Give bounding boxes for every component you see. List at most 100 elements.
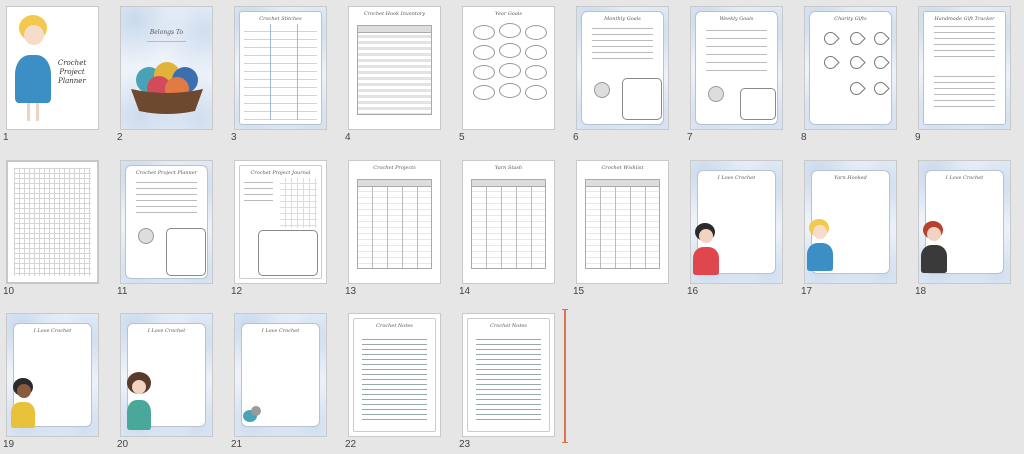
slide-thumbnail[interactable]: Monthly Goals [576, 6, 669, 130]
slide-number: 20 [117, 439, 129, 450]
slide-thumbnail[interactable]: Year Goals [462, 6, 555, 130]
insertion-marker [562, 309, 568, 443]
slide-thumbnail[interactable] [6, 160, 99, 284]
yarn-ball-illustration [251, 406, 261, 416]
slide-14[interactable]: Yarn Stash 14 [459, 160, 555, 297]
wishlist-table [585, 179, 660, 269]
slide-16[interactable]: I Love Crochet 16 [687, 160, 783, 297]
cover-title: Crochet Project Planner [57, 59, 87, 85]
slide-7[interactable]: Weekly Goals 7 [687, 6, 783, 143]
slide-thumbnail[interactable]: I Love Crochet [690, 160, 783, 284]
yarn-stash-table [471, 179, 546, 269]
slide-thumbnail[interactable]: I Love Crochet [234, 313, 327, 437]
slide-title: Crochet Project Journal [250, 170, 311, 176]
slide-number: 4 [345, 132, 351, 143]
slide-number: 10 [3, 286, 15, 297]
slide-title: Crochet Project Planner [135, 170, 198, 176]
slide-thumbnail[interactable]: Yarn Hooked [804, 160, 897, 284]
inventory-table [357, 25, 432, 115]
slide-thumbnail[interactable]: Crochet Project Planner [6, 6, 99, 130]
doll-illustration [123, 372, 155, 434]
slide-thumbnail[interactable]: Charity Gifts [804, 6, 897, 130]
slide-title: I Love Crochet [147, 328, 186, 334]
slide-thumbnail[interactable]: Crochet Stitches [234, 6, 327, 130]
slide-number: 15 [573, 286, 585, 297]
slide-thumbnail[interactable]: Crochet Notes [462, 313, 555, 437]
slide-title: I Love Crochet [261, 328, 300, 334]
slide-thumbnail[interactable]: Crochet Project Journal [234, 160, 327, 284]
slide-10[interactable]: 10 [3, 160, 99, 297]
slide-number: 12 [231, 286, 243, 297]
projects-table [357, 179, 432, 269]
slide-thumbnail[interactable]: Crochet Project Planner [120, 160, 213, 284]
slide-number: 22 [345, 439, 357, 450]
slide-number: 14 [459, 286, 471, 297]
slide-title: Crochet Projects [373, 165, 416, 171]
slide-number: 18 [915, 286, 927, 297]
slide-18[interactable]: I Love Crochet 18 [915, 160, 1011, 297]
doll-illustration [691, 223, 721, 279]
slide-thumbnail[interactable]: Belongs To [120, 6, 213, 130]
slide-13[interactable]: Crochet Projects 13 [345, 160, 441, 297]
slide-number: 1 [3, 132, 9, 143]
slide-number: 17 [801, 286, 813, 297]
slide-number: 21 [231, 439, 243, 450]
slide-title: Crochet Notes [376, 323, 413, 329]
slide-title: Crochet Notes [490, 323, 527, 329]
slide-17[interactable]: Yarn Hooked 17 [801, 160, 897, 297]
slide-thumbnail[interactable]: Crochet Projects [348, 160, 441, 284]
slide-9[interactable]: Handmade Gift Tracker 9 [915, 6, 1011, 143]
slide-number: 6 [573, 132, 579, 143]
slide-title: Crochet Hook Inventory [363, 11, 426, 17]
slide-title: Belongs To [149, 29, 184, 36]
slide-title: I Love Crochet [945, 175, 984, 181]
slide-20[interactable]: I Love Crochet 20 [117, 313, 213, 450]
slide-number: 16 [687, 286, 699, 297]
yarn-bowl-illustration [131, 62, 203, 114]
doll-illustration [919, 221, 949, 279]
slide-title: Crochet Wishlist [601, 165, 644, 171]
slide-thumbnail[interactable]: I Love Crochet [6, 313, 99, 437]
slide-number: 13 [345, 286, 357, 297]
slide-number: 5 [459, 132, 465, 143]
slide-title: I Love Crochet [717, 175, 756, 181]
slide-11[interactable]: Crochet Project Planner 11 [117, 160, 213, 297]
slide-thumbnail[interactable]: Crochet Notes [348, 313, 441, 437]
slide-thumbnail[interactable]: Yarn Stash [462, 160, 555, 284]
slide-21[interactable]: I Love Crochet 21 [231, 313, 327, 450]
slide-title: I Love Crochet [33, 328, 72, 334]
slide-5[interactable]: Year Goals 5 [459, 6, 555, 143]
slide-number: 7 [687, 132, 693, 143]
slide-thumbnail[interactable]: I Love Crochet [120, 313, 213, 437]
slide-number: 8 [801, 132, 807, 143]
doll-illustration [9, 378, 37, 434]
slide-19[interactable]: I Love Crochet 19 [3, 313, 99, 450]
slide-4[interactable]: Crochet Hook Inventory 4 [345, 6, 441, 143]
slide-8[interactable]: Charity Gifts 8 [801, 6, 897, 143]
doll-illustration [805, 219, 835, 279]
slide-6[interactable]: Monthly Goals 6 [573, 6, 669, 143]
slide-12[interactable]: Crochet Project Journal 12 [231, 160, 327, 297]
slide-title: Yarn Hooked [834, 175, 867, 181]
slide-sorter-grid: Crochet Project Planner 1 Belongs To 2 C… [0, 0, 1024, 454]
slide-thumbnail[interactable]: Crochet Hook Inventory [348, 6, 441, 130]
slide-title: Charity Gifts [834, 16, 867, 22]
slide-15[interactable]: Crochet Wishlist 15 [573, 160, 669, 297]
slide-title: Yarn Stash [494, 165, 523, 171]
slide-23[interactable]: Crochet Notes 23 [459, 313, 555, 450]
slide-number: 2 [117, 132, 123, 143]
slide-number: 23 [459, 439, 471, 450]
slide-number: 3 [231, 132, 237, 143]
slide-thumbnail[interactable]: Crochet Wishlist [576, 160, 669, 284]
slide-number: 11 [117, 286, 128, 297]
slide-1[interactable]: Crochet Project Planner 1 [3, 6, 99, 143]
slide-thumbnail[interactable]: I Love Crochet [918, 160, 1011, 284]
slide-22[interactable]: Crochet Notes 22 [345, 313, 441, 450]
slide-3[interactable]: Crochet Stitches 3 [231, 6, 327, 143]
slide-title: Crochet Stitches [259, 16, 302, 22]
slide-title: Year Goals [495, 11, 522, 17]
slide-2[interactable]: Belongs To 2 [117, 6, 213, 143]
slide-number: 19 [3, 439, 15, 450]
slide-thumbnail[interactable]: Handmade Gift Tracker [918, 6, 1011, 130]
slide-thumbnail[interactable]: Weekly Goals [690, 6, 783, 130]
